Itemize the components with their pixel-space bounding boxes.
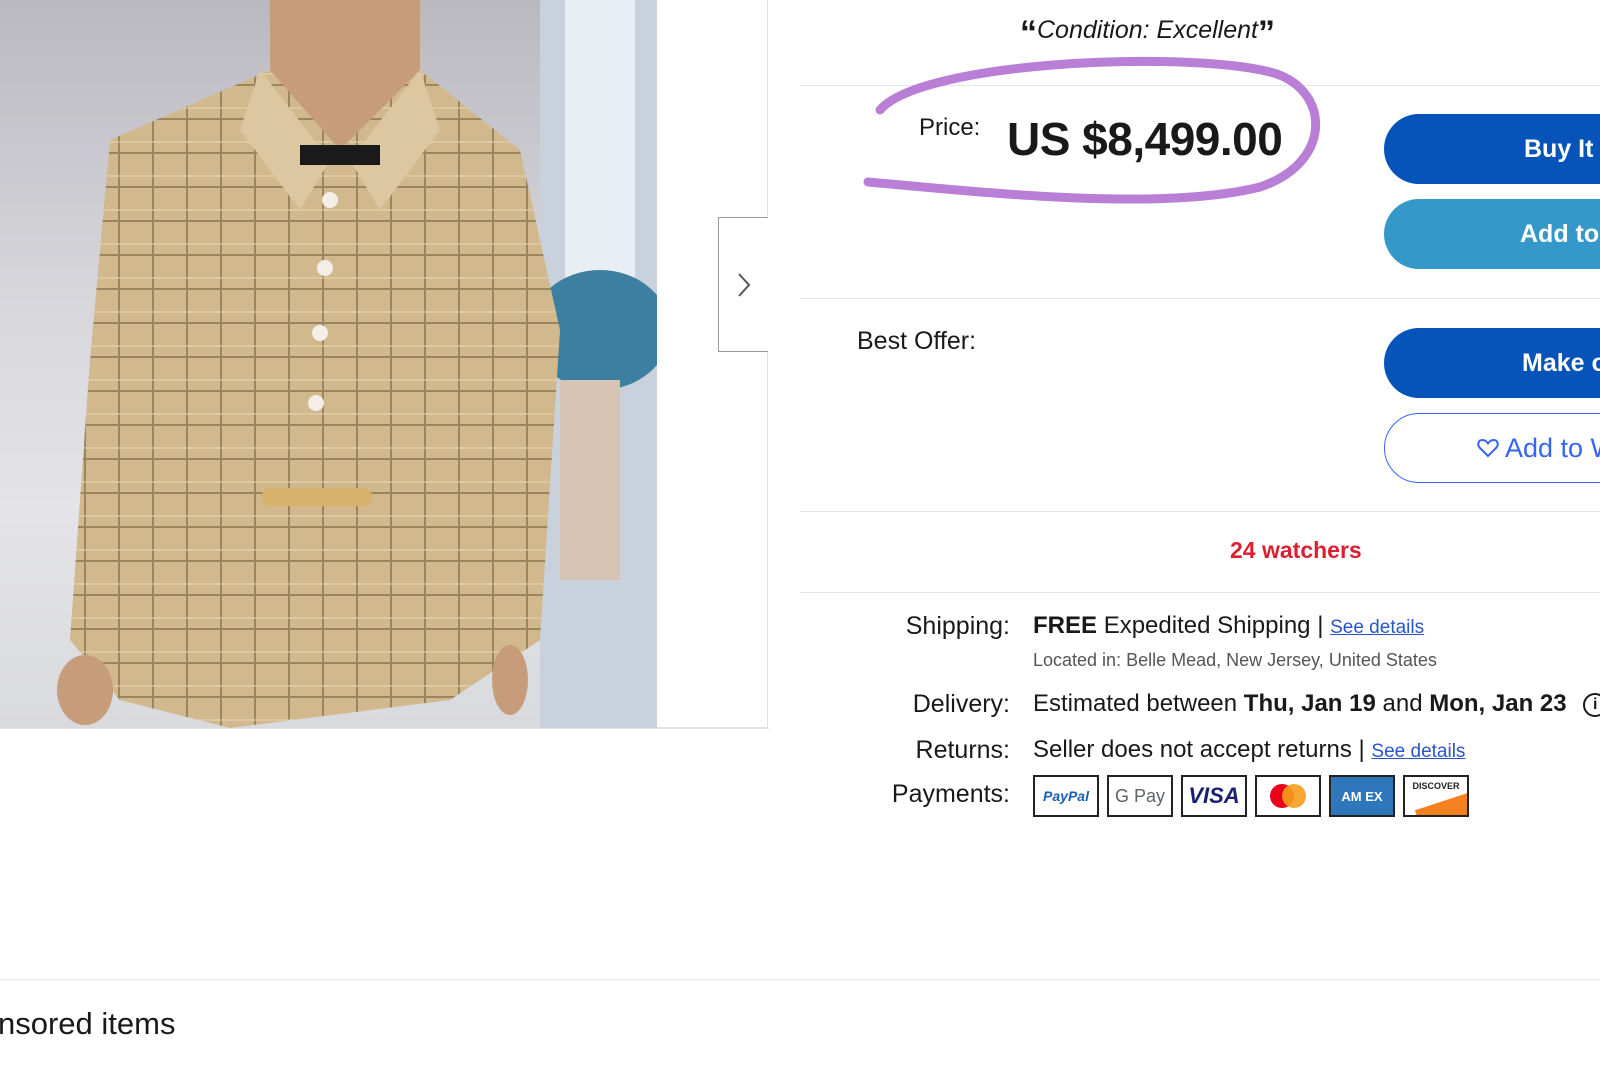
- amex-icon: AM EX: [1329, 775, 1395, 817]
- buy-it-now-button[interactable]: Buy It: [1384, 114, 1600, 184]
- separator: |: [1317, 612, 1324, 639]
- paypal-icon: PayPal: [1033, 775, 1099, 817]
- payments-label: Payments:: [891, 780, 1010, 808]
- shipping-method: Expedited Shipping: [1103, 612, 1311, 639]
- payment-methods: PayPal G Pay VISA AM EX DISCOVER: [1033, 775, 1469, 817]
- chevron-right-icon: [737, 272, 750, 297]
- delivery-value: Estimated between Thu, Jan 19 and Mon, J…: [1033, 690, 1600, 718]
- discover-label: DISCOVER: [1412, 781, 1460, 791]
- sponsored-items-heading: nsored items: [0, 1006, 176, 1041]
- item-location: Located in: Belle Mead, New Jersey, Unit…: [1033, 650, 1437, 670]
- delivery-prefix: Estimated between: [1033, 690, 1238, 717]
- buy-it-now-label: Buy It: [1524, 134, 1594, 163]
- returns-policy: Seller does not accept returns: [1033, 736, 1352, 763]
- add-to-watchlist-label: Add to W: [1505, 432, 1600, 463]
- visa-icon: VISA: [1181, 775, 1247, 817]
- shipping-value: FREE Expedited Shipping | See details: [1033, 612, 1424, 640]
- returns-see-details-link[interactable]: See details: [1371, 741, 1465, 762]
- shipping-see-details-link[interactable]: See details: [1330, 617, 1424, 638]
- image-frame: [657, 0, 768, 728]
- divider: [800, 511, 1600, 512]
- free-badge: FREE: [1033, 612, 1098, 639]
- add-to-watchlist-button[interactable]: Add to W: [1384, 413, 1600, 483]
- mastercard-circles: [1270, 784, 1306, 808]
- make-offer-button[interactable]: Make o: [1384, 328, 1600, 398]
- divider: [800, 298, 1600, 299]
- divider: [0, 979, 1600, 980]
- google-pay-icon: G Pay: [1107, 775, 1173, 817]
- delivery-and: and: [1382, 690, 1423, 717]
- price-value: US $8,499.00: [1007, 113, 1283, 165]
- divider: [800, 592, 1600, 593]
- returns-value: Seller does not accept returns | See det…: [1033, 736, 1465, 764]
- delivery-end-date: Mon, Jan 23: [1429, 690, 1567, 717]
- product-image[interactable]: [0, 0, 657, 728]
- product-photo-illustration: [57, 0, 657, 728]
- heart-icon: [1477, 438, 1499, 458]
- discover-stripe: [1414, 792, 1467, 815]
- mastercard-icon: [1255, 775, 1321, 817]
- next-image-button[interactable]: [718, 217, 768, 352]
- delivery-label: Delivery:: [912, 690, 1010, 718]
- info-icon[interactable]: i: [1583, 692, 1600, 717]
- add-to-cart-label: Add to: [1520, 219, 1600, 248]
- shipping-label: Shipping:: [905, 612, 1010, 640]
- best-offer-label: Best Offer:: [857, 327, 977, 355]
- make-offer-label: Make o: [1522, 348, 1600, 377]
- divider: [0, 728, 769, 729]
- add-to-cart-button[interactable]: Add to: [1384, 199, 1600, 269]
- watchers-count: 24 watchers: [1230, 537, 1362, 563]
- delivery-start-date: Thu, Jan 19: [1243, 690, 1376, 717]
- separator: |: [1358, 736, 1365, 763]
- condition-text: Condition: Excellent: [1037, 16, 1258, 44]
- returns-label: Returns:: [915, 736, 1010, 764]
- discover-icon: DISCOVER: [1403, 775, 1469, 817]
- price-label: Price:: [919, 114, 981, 141]
